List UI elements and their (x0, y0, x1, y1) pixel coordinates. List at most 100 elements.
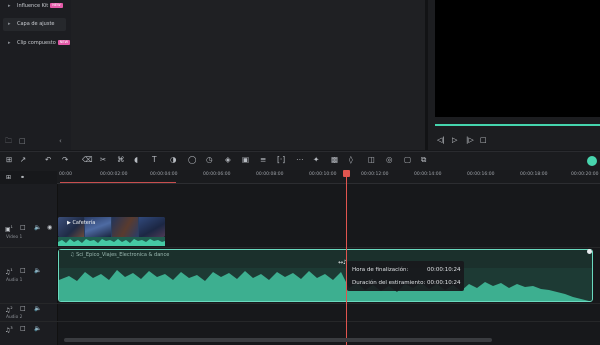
speaker-muted-icon[interactable]: 🔈 (34, 305, 41, 312)
link-icon[interactable]: ⚭ (20, 174, 25, 181)
new-badge: NEW (50, 3, 63, 8)
stop-icon[interactable]: □ (480, 135, 487, 145)
media-library-area (71, 0, 425, 150)
sidebar-item-label: Influence Kit (17, 3, 49, 9)
video-audio-waveform (58, 239, 165, 246)
track-number: 1 (10, 268, 13, 272)
ruler-tick-label: 00:00:02:00 (100, 172, 128, 177)
chevron-right-icon: ▸ (8, 3, 11, 9)
stretch-duration-label: Duración del estiramiento: (352, 280, 426, 286)
transition-icon[interactable]: ▩ (331, 154, 338, 166)
timer-icon[interactable]: ◷ (206, 154, 213, 166)
cut-icon[interactable]: ✂ (100, 154, 106, 166)
music-note-icon: ♫1 (5, 268, 13, 276)
ruler-tick-label: 00:00 (59, 172, 72, 177)
end-time-label: Hora de finalización: (352, 267, 409, 273)
layout-grid-icon[interactable]: ⊞ (6, 154, 12, 166)
sidebar-item-influence-kit[interactable]: ▸ Influence Kit NEW (3, 0, 66, 13)
track-label: Audio 2 (6, 315, 23, 320)
ruler-tick-label: 00:00:04:00 (150, 172, 178, 177)
track-separator (0, 321, 600, 322)
track-separator (0, 303, 600, 304)
folder-open-icon[interactable]: □ (19, 137, 26, 145)
speed-ramp-icon[interactable]: ◊ (349, 154, 353, 166)
sidebar-item-label: Clip compuesto (17, 40, 56, 46)
undo-icon[interactable]: ↶ (45, 154, 51, 166)
folder-icon[interactable]: □ (20, 305, 26, 312)
fade-handle[interactable] (587, 249, 592, 254)
speaker-icon[interactable]: 🔈 (34, 224, 41, 231)
new-badge: NEW (57, 40, 71, 45)
audio-clip-title: Sci_Epico_Viajes_Electronica & dance (76, 252, 170, 258)
mask-icon[interactable]: ◯ (188, 154, 196, 166)
keyframe-icon[interactable]: ◈ (225, 154, 231, 166)
ruler-tick-label: 00:00:12:00 (361, 172, 389, 177)
track-label: Vídeo 1 (6, 235, 23, 240)
ruler-tick-label: 00:00:14:00 (414, 172, 442, 177)
folder-icon[interactable]: □ (20, 267, 26, 274)
video-track-icon: ▣1 (5, 225, 13, 233)
ruler-tick-label: 00:00:16:00 (467, 172, 495, 177)
track-separator (0, 247, 600, 248)
preview-progress-bar[interactable] (435, 124, 600, 126)
speaker-icon[interactable]: 🔈 (34, 267, 41, 274)
playhead[interactable] (346, 170, 347, 345)
select-pointer-icon[interactable]: ↗ (20, 154, 26, 166)
auto-ripple-toggle-icon[interactable] (587, 156, 597, 166)
delete-icon[interactable]: ⌫ (82, 154, 93, 166)
thumbnail-frame (139, 217, 165, 237)
split-icon[interactable]: ≡ (260, 154, 266, 166)
ruler-tick-label: 00:00:18:00 (520, 172, 548, 177)
motion-icon[interactable]: ◫ (368, 154, 375, 166)
track-number: 3 (10, 326, 13, 330)
stretch-tooltip: Hora de finalización: 00:00:10:24 Duraci… (347, 261, 464, 291)
next-frame-icon[interactable]: |▷ (466, 135, 474, 145)
crop-icon[interactable]: ⌘ (117, 154, 125, 166)
sidebar-item-capa-de-ajuste[interactable]: ▸ Capa de ajuste (3, 18, 66, 31)
music-note-icon: ♫ (70, 252, 75, 258)
ruler-baseline (57, 183, 600, 184)
track-label: Audio 1 (6, 278, 23, 283)
track-number: 2 (10, 306, 13, 310)
ruler-tick-label: 00:00:20:00 (571, 172, 599, 177)
music-note-icon: ♫2 (5, 306, 13, 314)
chevron-right-icon: ▸ (8, 40, 11, 46)
video-clip-title: Cafetería (72, 220, 96, 226)
video-clip-audio[interactable] (58, 237, 165, 246)
audio-clip-name: ♫ Sci_Epico_Viajes_Electronica & dance (70, 252, 169, 258)
preview-screen (435, 0, 600, 117)
ruler-tick-label: 00:00:08:00 (256, 172, 284, 177)
end-time-value: 00:00:10:24 (427, 267, 461, 273)
eye-icon[interactable]: ◉ (47, 224, 52, 231)
color-icon[interactable]: ◑ (170, 154, 177, 166)
audio-icon[interactable]: ⋯ (296, 154, 304, 166)
text-icon[interactable]: T (152, 154, 157, 166)
ruler-tick-label: 00:00:06:00 (203, 172, 231, 177)
crop-zoom-icon[interactable]: ▢ (404, 154, 411, 166)
marker-icon[interactable]: [·] (277, 154, 285, 166)
stretch-duration-value: 00:00:10:24 (427, 280, 461, 286)
previous-frame-icon[interactable]: ◁| (437, 135, 445, 145)
playhead-handle[interactable] (343, 170, 350, 177)
chevron-left-icon[interactable]: ‹ (59, 137, 62, 145)
video-clip-label: ▶ Cafetería (67, 220, 96, 226)
left-panel: ▸ Influence Kit NEW ▸ Capa de ajuste ▸ Cl… (0, 0, 71, 150)
sidebar-item-clip-compuesto[interactable]: ▸ Clip compuesto NEW (3, 37, 71, 50)
redo-icon[interactable]: ↷ (62, 154, 68, 166)
adjust-icon[interactable]: ▣ (242, 154, 249, 166)
folder-icon[interactable]: □ (20, 224, 26, 231)
group-icon[interactable]: ⧉ (421, 154, 426, 166)
snapshot-icon[interactable]: ◎ (386, 154, 393, 166)
thumbnail-frame (112, 217, 138, 237)
speed-icon[interactable]: ◖ (134, 154, 138, 166)
play-icon[interactable]: ▷ (452, 135, 457, 145)
music-note-icon: ♫3 (5, 326, 13, 334)
folder-add-icon[interactable]: 🗀 (5, 137, 12, 145)
track-number: 1 (10, 225, 13, 229)
chevron-right-icon: ▸ (8, 21, 11, 27)
folder-icon[interactable]: □ (20, 325, 26, 332)
add-track-icon[interactable]: ⊞ (6, 174, 11, 181)
timeline-scrollbar[interactable] (64, 338, 492, 342)
ai-icon[interactable]: ✦ (313, 154, 319, 166)
speaker-muted-icon[interactable]: 🔈 (34, 325, 41, 332)
